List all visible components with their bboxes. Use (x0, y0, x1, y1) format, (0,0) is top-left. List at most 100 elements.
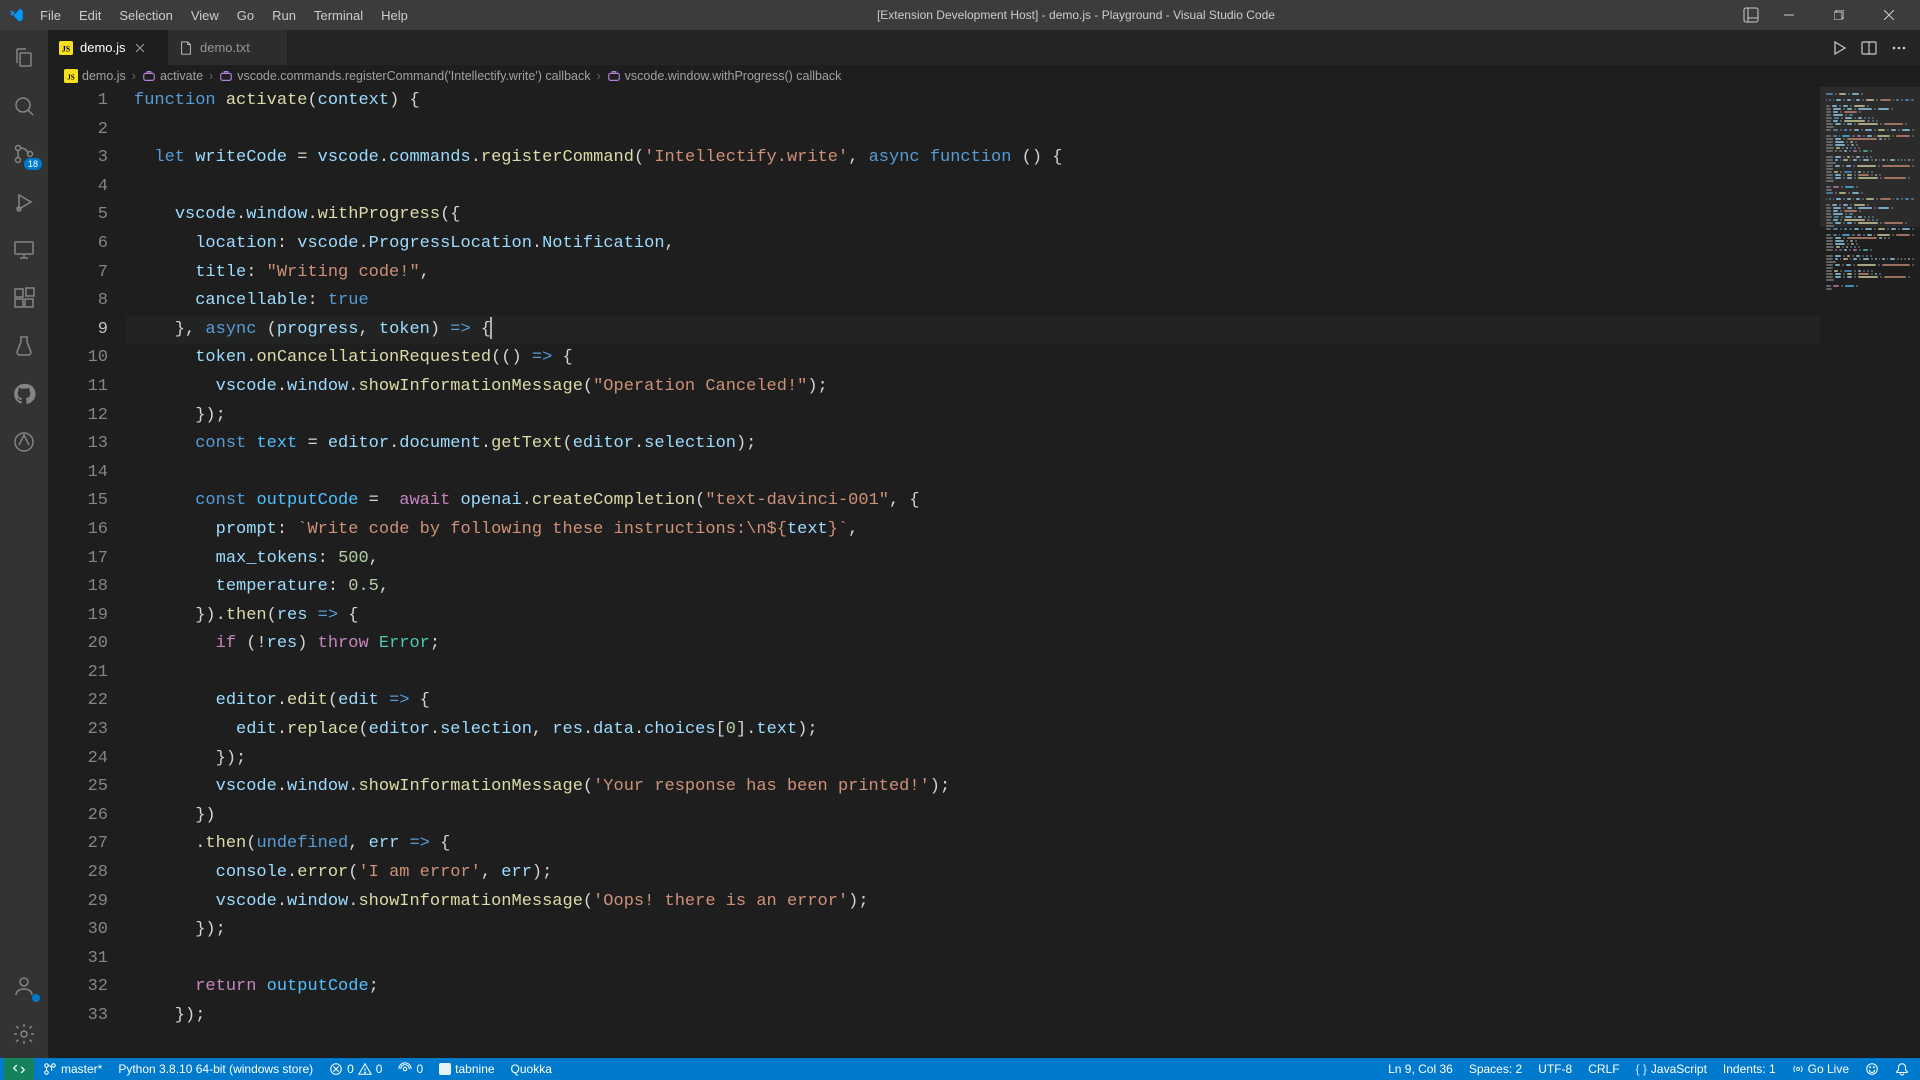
line-number: 17 (48, 545, 108, 574)
run-file-icon[interactable] (1828, 37, 1850, 59)
gitlens-icon[interactable] (0, 418, 48, 466)
menu-selection[interactable]: Selection (111, 4, 180, 27)
main-area: 18 JSdemo.jsdemo.txt (0, 30, 1920, 1058)
code-line[interactable]: .then(undefined, err => { (126, 830, 1820, 859)
code-line[interactable]: const outputCode = await openai.createCo… (126, 487, 1820, 516)
status-ports[interactable]: 0 (391, 1058, 430, 1080)
code-line[interactable]: title: "Writing code!", (126, 259, 1820, 288)
editor[interactable]: 1234567891011121314151617181920212223242… (48, 87, 1920, 1058)
run-debug-icon[interactable] (0, 178, 48, 226)
code-line[interactable]: vscode.window.withProgress({ (126, 201, 1820, 230)
code-line[interactable]: location: vscode.ProgressLocation.Notifi… (126, 230, 1820, 259)
status-encoding[interactable]: UTF-8 (1531, 1058, 1579, 1080)
status-python[interactable]: Python 3.8.10 64-bit (windows store) (111, 1058, 320, 1080)
breadcrumb-icon (607, 69, 621, 83)
code-line[interactable]: function activate(context) { (126, 87, 1820, 116)
status-golive[interactable]: Go Live (1785, 1058, 1856, 1080)
breadcrumb[interactable]: JSdemo.js›activate›vscode.commands.regis… (48, 65, 1920, 87)
breadcrumb-item[interactable]: vscode.commands.registerCommand('Intelle… (219, 69, 590, 83)
js-file-icon: JS (58, 40, 74, 56)
code-line[interactable]: temperature: 0.5, (126, 573, 1820, 602)
menu-file[interactable]: File (32, 4, 69, 27)
tab-demo-txt[interactable]: demo.txt (168, 30, 288, 65)
layout-customize-icon[interactable] (1736, 0, 1766, 30)
accounts-icon[interactable] (0, 962, 48, 1010)
code-line[interactable]: token.onCancellationRequested(() => { (126, 344, 1820, 373)
more-actions-icon[interactable] (1888, 37, 1910, 59)
tab-bar: JSdemo.jsdemo.txt (48, 30, 1920, 65)
status-eol[interactable]: CRLF (1581, 1058, 1626, 1080)
code-line[interactable]: editor.edit(edit => { (126, 687, 1820, 716)
close-tab-icon[interactable] (132, 40, 148, 56)
tab-actions (1828, 30, 1920, 65)
code-line[interactable]: }) (126, 802, 1820, 831)
close-window-button[interactable] (1866, 0, 1912, 30)
line-number: 18 (48, 573, 108, 602)
status-problems[interactable]: 0 0 (322, 1058, 389, 1080)
code-line[interactable]: }, async (progress, token) => { (126, 316, 1820, 345)
code-line[interactable]: vscode.window.showInformationMessage("Op… (126, 373, 1820, 402)
maximize-button[interactable] (1816, 0, 1862, 30)
status-spaces[interactable]: Spaces: 2 (1462, 1058, 1529, 1080)
tab-demo-js[interactable]: JSdemo.js (48, 30, 168, 65)
code-line[interactable]: vscode.window.showInformationMessage('Oo… (126, 888, 1820, 917)
code-line[interactable]: }); (126, 1002, 1820, 1031)
code-line[interactable]: return outputCode; (126, 973, 1820, 1002)
settings-gear-icon[interactable] (0, 1010, 48, 1058)
menu-go[interactable]: Go (229, 4, 262, 27)
window-controls (1766, 0, 1912, 30)
code-line[interactable]: vscode.window.showInformationMessage('Yo… (126, 773, 1820, 802)
explorer-icon[interactable] (0, 34, 48, 82)
code-line[interactable]: const text = editor.document.getText(edi… (126, 430, 1820, 459)
code-line[interactable]: if (!res) throw Error; (126, 630, 1820, 659)
line-number: 13 (48, 430, 108, 459)
source-control-icon[interactable]: 18 (0, 130, 48, 178)
menu-view[interactable]: View (183, 4, 227, 27)
line-number: 14 (48, 459, 108, 488)
code-line[interactable]: }); (126, 745, 1820, 774)
breadcrumb-item[interactable]: activate (142, 69, 203, 83)
search-icon[interactable] (0, 82, 48, 130)
code-line[interactable] (126, 173, 1820, 202)
testing-icon[interactable] (0, 322, 48, 370)
code-line[interactable] (126, 945, 1820, 974)
status-lncol[interactable]: Ln 9, Col 36 (1381, 1058, 1460, 1080)
menu-edit[interactable]: Edit (71, 4, 109, 27)
status-quokka[interactable]: Quokka (504, 1058, 559, 1080)
code-line[interactable] (126, 459, 1820, 488)
status-feedback-icon[interactable] (1858, 1058, 1886, 1080)
remote-explorer-icon[interactable] (0, 226, 48, 274)
split-editor-icon[interactable] (1858, 37, 1880, 59)
code-line[interactable]: cancellable: true (126, 287, 1820, 316)
code-line[interactable]: }); (126, 402, 1820, 431)
status-bell-icon[interactable] (1888, 1058, 1916, 1080)
menu-terminal[interactable]: Terminal (306, 4, 371, 27)
minimap[interactable] (1820, 87, 1920, 1058)
status-branch[interactable]: master* (36, 1058, 109, 1080)
extensions-icon[interactable] (0, 274, 48, 322)
code-line[interactable]: max_tokens: 500, (126, 545, 1820, 574)
status-language[interactable]: { } JavaScript (1629, 1058, 1714, 1080)
code-line[interactable]: let writeCode = vscode.commands.register… (126, 144, 1820, 173)
line-number: 31 (48, 945, 108, 974)
status-indents[interactable]: Indents: 1 (1716, 1058, 1783, 1080)
breadcrumb-item[interactable]: vscode.window.withProgress() callback (607, 69, 842, 83)
code-line[interactable]: }).then(res => { (126, 602, 1820, 631)
code-line[interactable]: console.error('I am error', err); (126, 859, 1820, 888)
breadcrumb-item[interactable]: JSdemo.js (64, 69, 126, 83)
menu-run[interactable]: Run (264, 4, 304, 27)
code-line[interactable]: }); (126, 916, 1820, 945)
code-line[interactable]: prompt: `Write code by following these i… (126, 516, 1820, 545)
line-number: 20 (48, 630, 108, 659)
menu-help[interactable]: Help (373, 4, 416, 27)
line-number: 26 (48, 802, 108, 831)
code-line[interactable] (126, 659, 1820, 688)
code-line[interactable] (126, 116, 1820, 145)
status-tabnine[interactable]: tabnine (432, 1058, 501, 1080)
python-label: Python 3.8.10 64-bit (windows store) (118, 1062, 313, 1076)
minimize-button[interactable] (1766, 0, 1812, 30)
code-area[interactable]: function activate(context) { let writeCo… (126, 87, 1820, 1058)
remote-indicator[interactable] (4, 1058, 34, 1080)
github-icon[interactable] (0, 370, 48, 418)
code-line[interactable]: edit.replace(editor.selection, res.data.… (126, 716, 1820, 745)
